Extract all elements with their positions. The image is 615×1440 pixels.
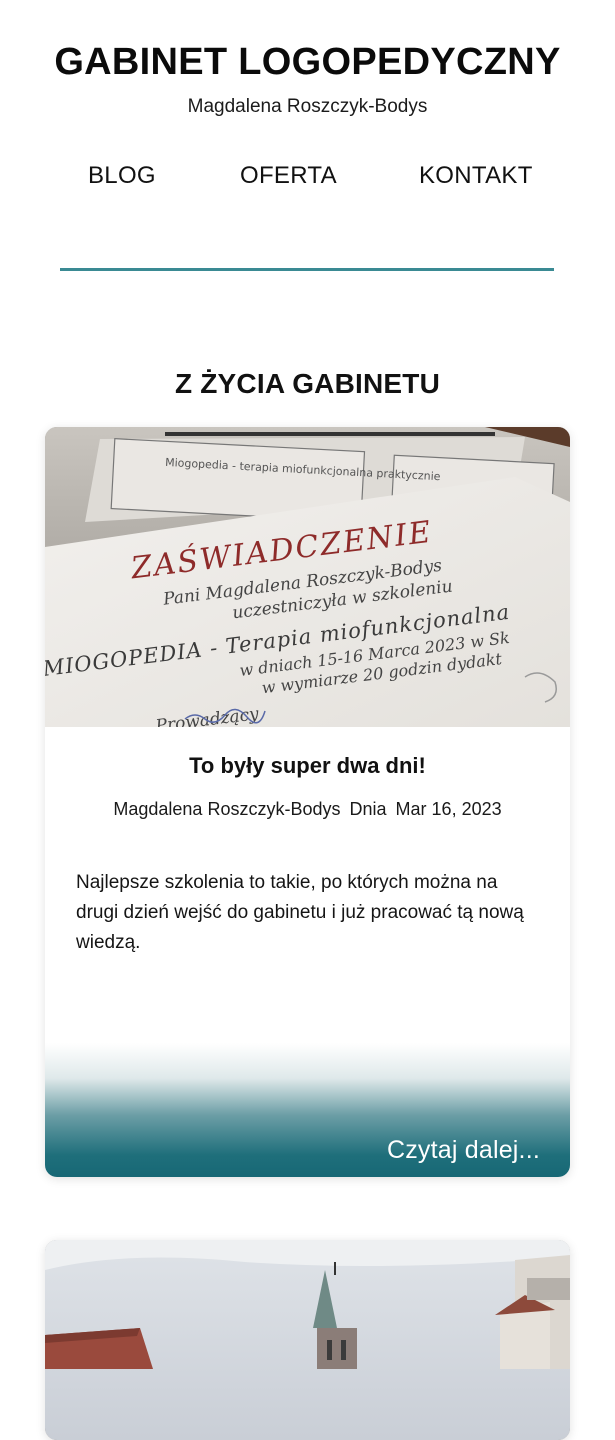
nav-item-blog[interactable]: BLOG bbox=[88, 162, 156, 190]
post-date-prefix: Dnia bbox=[349, 799, 387, 819]
post-card[interactable]: Miogopedia - terapia miofunkcjonalna pra… bbox=[45, 427, 570, 1177]
nav-item-kontakt[interactable]: KONTAKT bbox=[419, 162, 533, 190]
site-title[interactable]: GABINET LOGOPEDYCZNY bbox=[0, 0, 615, 84]
header-divider bbox=[60, 268, 554, 271]
post-image-certificate[interactable]: Miogopedia - terapia miofunkcjonalna pra… bbox=[45, 427, 570, 727]
post-excerpt: Najlepsze szkolenia to takie, po których… bbox=[76, 872, 524, 953]
read-more-link[interactable]: Czytaj dalej... bbox=[387, 1136, 540, 1165]
post-title[interactable]: To były super dwa dni! bbox=[45, 753, 570, 779]
post-meta: Magdalena Roszczyk-Bodys Dnia Mar 16, 20… bbox=[45, 799, 570, 820]
post-card[interactable] bbox=[45, 1240, 570, 1440]
section-title: Z ŻYCIA GABINETU bbox=[174, 368, 441, 400]
post-date: Mar 16, 2023 bbox=[395, 799, 502, 819]
post-image-church[interactable] bbox=[45, 1240, 570, 1440]
main-nav: BLOG OFERTA KONTAKT bbox=[0, 162, 615, 222]
site-subtitle: Magdalena Roszczyk-Bodys bbox=[187, 96, 428, 117]
post-body: To były super dwa dni! Magdalena Roszczy… bbox=[45, 753, 570, 1177]
post-author[interactable]: Magdalena Roszczyk-Bodys bbox=[113, 799, 340, 819]
nav-item-oferta[interactable]: OFERTA bbox=[240, 162, 337, 190]
